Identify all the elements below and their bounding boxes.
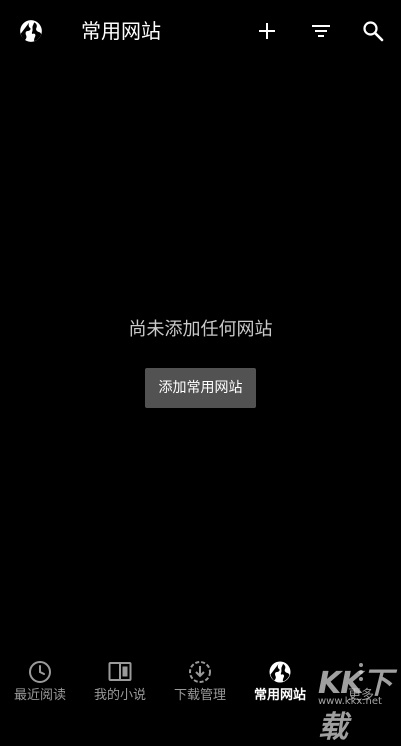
plus-icon[interactable]	[252, 16, 282, 46]
nav-label-novels: 我的小说	[93, 688, 146, 703]
add-site-button[interactable]: 添加常用网站	[145, 368, 256, 408]
globe-icon	[268, 660, 292, 684]
clock-icon	[28, 660, 52, 684]
book-icon	[108, 660, 132, 684]
nav-item-sites[interactable]: 常用网站	[240, 652, 320, 713]
nav-label-sites: 常用网站	[253, 688, 306, 703]
nav-item-more[interactable]: 更多	[321, 652, 401, 713]
globe-icon[interactable]	[16, 16, 46, 46]
nav-item-novels[interactable]: 我的小说	[80, 652, 160, 713]
filter-icon[interactable]	[306, 16, 336, 46]
bottom-navigation: 最近阅读 我的小说 下载管理 常用网站 更多	[0, 652, 401, 713]
more-vertical-icon	[349, 660, 373, 684]
empty-state-message: 尚未添加任何网站	[128, 319, 273, 340]
download-icon	[188, 660, 212, 684]
page-title: 常用网站	[81, 19, 161, 43]
nav-label-recent: 最近阅读	[13, 688, 66, 703]
nav-item-recent[interactable]: 最近阅读	[0, 652, 80, 713]
nav-item-downloads[interactable]: 下载管理	[160, 652, 240, 713]
nav-label-downloads: 下载管理	[173, 688, 226, 703]
app-bar: 常用网站	[0, 0, 401, 64]
nav-label-more: 更多	[347, 688, 374, 703]
search-icon[interactable]	[358, 16, 388, 46]
